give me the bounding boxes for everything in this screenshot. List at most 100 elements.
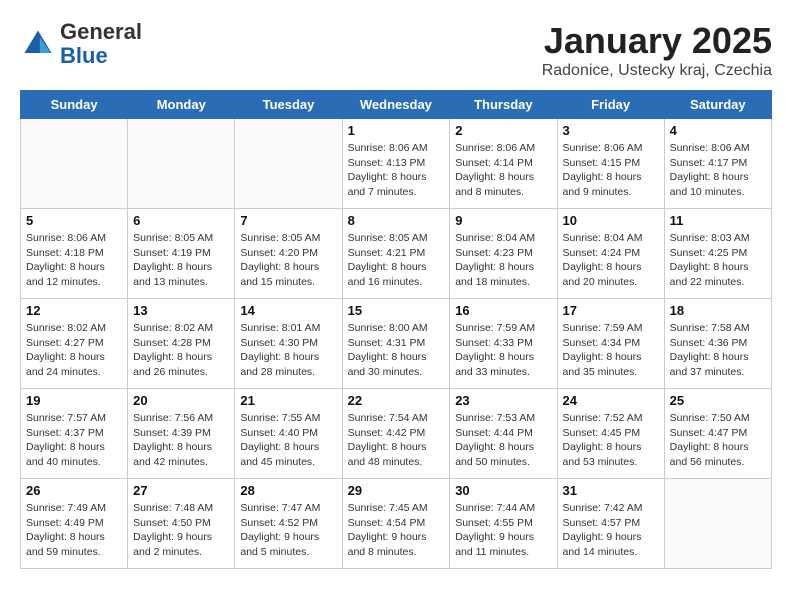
day-number: 10 bbox=[563, 213, 659, 228]
day-number: 28 bbox=[240, 483, 336, 498]
day-number: 23 bbox=[455, 393, 551, 408]
calendar-day-cell: 10 Sunrise: 8:04 AM Sunset: 4:24 PM Dayli… bbox=[557, 209, 664, 299]
calendar-day-cell bbox=[21, 119, 128, 209]
calendar-week-row: 26Sunrise: 7:49 AM Sunset: 4:49 PM Dayli… bbox=[21, 479, 772, 569]
calendar-day-cell: 31Sunrise: 7:42 AM Sunset: 4:57 PM Dayli… bbox=[557, 479, 664, 569]
calendar-day-cell: 18 Sunrise: 7:58 AM Sunset: 4:36 PM Dayli… bbox=[664, 299, 771, 389]
day-info: Sunrise: 7:56 AM Sunset: 4:39 PM Dayligh… bbox=[133, 411, 229, 470]
weekday-header-monday: Monday bbox=[128, 91, 235, 119]
weekday-header-friday: Friday bbox=[557, 91, 664, 119]
calendar-day-cell: 24 Sunrise: 7:52 AM Sunset: 4:45 PM Dayli… bbox=[557, 389, 664, 479]
calendar-day-cell: 2 Sunrise: 8:06 AM Sunset: 4:14 PM Daylig… bbox=[450, 119, 557, 209]
day-number: 13 bbox=[133, 303, 229, 318]
day-info: Sunrise: 8:03 AM Sunset: 4:25 PM Dayligh… bbox=[670, 231, 766, 290]
day-info: Sunrise: 8:05 AM Sunset: 4:19 PM Dayligh… bbox=[133, 231, 229, 290]
calendar-body: 1 Sunrise: 8:06 AM Sunset: 4:13 PM Daylig… bbox=[21, 119, 772, 569]
logo-text: General Blue bbox=[60, 20, 142, 68]
logo: General Blue bbox=[20, 20, 142, 68]
calendar-day-cell: 14 Sunrise: 8:01 AM Sunset: 4:30 PM Dayli… bbox=[235, 299, 342, 389]
day-info: Sunrise: 8:02 AM Sunset: 4:28 PM Dayligh… bbox=[133, 321, 229, 380]
day-info: Sunrise: 7:47 AM Sunset: 4:52 PM Dayligh… bbox=[240, 501, 336, 560]
day-info: Sunrise: 7:59 AM Sunset: 4:34 PM Dayligh… bbox=[563, 321, 659, 380]
calendar-day-cell: 7 Sunrise: 8:05 AM Sunset: 4:20 PM Daylig… bbox=[235, 209, 342, 299]
day-number: 21 bbox=[240, 393, 336, 408]
day-number: 17 bbox=[563, 303, 659, 318]
calendar-header: SundayMondayTuesdayWednesdayThursdayFrid… bbox=[21, 91, 772, 119]
calendar-day-cell: 4 Sunrise: 8:06 AM Sunset: 4:17 PM Daylig… bbox=[664, 119, 771, 209]
calendar-week-row: 5Sunrise: 8:06 AM Sunset: 4:18 PM Daylig… bbox=[21, 209, 772, 299]
day-info: Sunrise: 7:44 AM Sunset: 4:55 PM Dayligh… bbox=[455, 501, 551, 560]
month-title: January 2025 bbox=[542, 20, 772, 62]
calendar-day-cell: 29Sunrise: 7:45 AM Sunset: 4:54 PM Dayli… bbox=[342, 479, 450, 569]
calendar-table: SundayMondayTuesdayWednesdayThursdayFrid… bbox=[20, 90, 772, 569]
day-number: 1 bbox=[348, 123, 445, 138]
day-number: 30 bbox=[455, 483, 551, 498]
day-number: 24 bbox=[563, 393, 659, 408]
day-info: Sunrise: 8:06 AM Sunset: 4:14 PM Dayligh… bbox=[455, 141, 551, 200]
calendar-day-cell: 21 Sunrise: 7:55 AM Sunset: 4:40 PM Dayli… bbox=[235, 389, 342, 479]
weekday-row: SundayMondayTuesdayWednesdayThursdayFrid… bbox=[21, 91, 772, 119]
title-block: January 2025 Radonice, Ustecky kraj, Cze… bbox=[542, 20, 772, 80]
calendar-day-cell: 26Sunrise: 7:49 AM Sunset: 4:49 PM Dayli… bbox=[21, 479, 128, 569]
weekday-header-sunday: Sunday bbox=[21, 91, 128, 119]
day-number: 7 bbox=[240, 213, 336, 228]
day-number: 9 bbox=[455, 213, 551, 228]
day-number: 18 bbox=[670, 303, 766, 318]
calendar-day-cell: 20 Sunrise: 7:56 AM Sunset: 4:39 PM Dayli… bbox=[128, 389, 235, 479]
day-number: 29 bbox=[348, 483, 445, 498]
calendar-week-row: 12 Sunrise: 8:02 AM Sunset: 4:27 PM Dayli… bbox=[21, 299, 772, 389]
day-number: 3 bbox=[563, 123, 659, 138]
calendar-day-cell: 16 Sunrise: 7:59 AM Sunset: 4:33 PM Dayli… bbox=[450, 299, 557, 389]
calendar-week-row: 1 Sunrise: 8:06 AM Sunset: 4:13 PM Daylig… bbox=[21, 119, 772, 209]
calendar-day-cell: 8 Sunrise: 8:05 AM Sunset: 4:21 PM Daylig… bbox=[342, 209, 450, 299]
calendar-day-cell: 23 Sunrise: 7:53 AM Sunset: 4:44 PM Dayli… bbox=[450, 389, 557, 479]
day-info: Sunrise: 7:58 AM Sunset: 4:36 PM Dayligh… bbox=[670, 321, 766, 380]
calendar-day-cell: 17 Sunrise: 7:59 AM Sunset: 4:34 PM Dayli… bbox=[557, 299, 664, 389]
calendar-day-cell: 27Sunrise: 7:48 AM Sunset: 4:50 PM Dayli… bbox=[128, 479, 235, 569]
day-info: Sunrise: 7:52 AM Sunset: 4:45 PM Dayligh… bbox=[563, 411, 659, 470]
day-info: Sunrise: 7:49 AM Sunset: 4:49 PM Dayligh… bbox=[26, 501, 122, 560]
day-info: Sunrise: 8:05 AM Sunset: 4:20 PM Dayligh… bbox=[240, 231, 336, 290]
day-info: Sunrise: 8:06 AM Sunset: 4:17 PM Dayligh… bbox=[670, 141, 766, 200]
calendar-day-cell bbox=[128, 119, 235, 209]
day-info: Sunrise: 7:53 AM Sunset: 4:44 PM Dayligh… bbox=[455, 411, 551, 470]
day-info: Sunrise: 7:59 AM Sunset: 4:33 PM Dayligh… bbox=[455, 321, 551, 380]
day-info: Sunrise: 8:02 AM Sunset: 4:27 PM Dayligh… bbox=[26, 321, 122, 380]
calendar-day-cell: 19Sunrise: 7:57 AM Sunset: 4:37 PM Dayli… bbox=[21, 389, 128, 479]
logo-icon bbox=[20, 26, 56, 62]
day-info: Sunrise: 8:05 AM Sunset: 4:21 PM Dayligh… bbox=[348, 231, 445, 290]
day-number: 11 bbox=[670, 213, 766, 228]
day-info: Sunrise: 8:06 AM Sunset: 4:13 PM Dayligh… bbox=[348, 141, 445, 200]
weekday-header-saturday: Saturday bbox=[664, 91, 771, 119]
calendar-day-cell: 22Sunrise: 7:54 AM Sunset: 4:42 PM Dayli… bbox=[342, 389, 450, 479]
day-number: 16 bbox=[455, 303, 551, 318]
calendar-day-cell: 5Sunrise: 8:06 AM Sunset: 4:18 PM Daylig… bbox=[21, 209, 128, 299]
day-info: Sunrise: 8:00 AM Sunset: 4:31 PM Dayligh… bbox=[348, 321, 445, 380]
calendar-day-cell: 6 Sunrise: 8:05 AM Sunset: 4:19 PM Daylig… bbox=[128, 209, 235, 299]
location-subtitle: Radonice, Ustecky kraj, Czechia bbox=[542, 62, 772, 80]
day-number: 8 bbox=[348, 213, 445, 228]
day-info: Sunrise: 8:01 AM Sunset: 4:30 PM Dayligh… bbox=[240, 321, 336, 380]
day-number: 4 bbox=[670, 123, 766, 138]
day-info: Sunrise: 8:04 AM Sunset: 4:24 PM Dayligh… bbox=[563, 231, 659, 290]
day-number: 14 bbox=[240, 303, 336, 318]
day-number: 12 bbox=[26, 303, 122, 318]
calendar-week-row: 19Sunrise: 7:57 AM Sunset: 4:37 PM Dayli… bbox=[21, 389, 772, 479]
day-number: 6 bbox=[133, 213, 229, 228]
calendar-day-cell bbox=[235, 119, 342, 209]
logo-general: General bbox=[60, 19, 142, 44]
day-info: Sunrise: 7:55 AM Sunset: 4:40 PM Dayligh… bbox=[240, 411, 336, 470]
page-header: General Blue January 2025 Radonice, Uste… bbox=[20, 20, 772, 80]
day-number: 5 bbox=[26, 213, 122, 228]
day-number: 2 bbox=[455, 123, 551, 138]
calendar-day-cell: 1 Sunrise: 8:06 AM Sunset: 4:13 PM Daylig… bbox=[342, 119, 450, 209]
calendar-day-cell: 12 Sunrise: 8:02 AM Sunset: 4:27 PM Dayli… bbox=[21, 299, 128, 389]
calendar-day-cell: 30 Sunrise: 7:44 AM Sunset: 4:55 PM Dayli… bbox=[450, 479, 557, 569]
day-number: 25 bbox=[670, 393, 766, 408]
day-info: Sunrise: 7:57 AM Sunset: 4:37 PM Dayligh… bbox=[26, 411, 122, 470]
day-info: Sunrise: 7:54 AM Sunset: 4:42 PM Dayligh… bbox=[348, 411, 445, 470]
day-info: Sunrise: 7:42 AM Sunset: 4:57 PM Dayligh… bbox=[563, 501, 659, 560]
day-info: Sunrise: 8:06 AM Sunset: 4:15 PM Dayligh… bbox=[563, 141, 659, 200]
day-number: 20 bbox=[133, 393, 229, 408]
weekday-header-tuesday: Tuesday bbox=[235, 91, 342, 119]
